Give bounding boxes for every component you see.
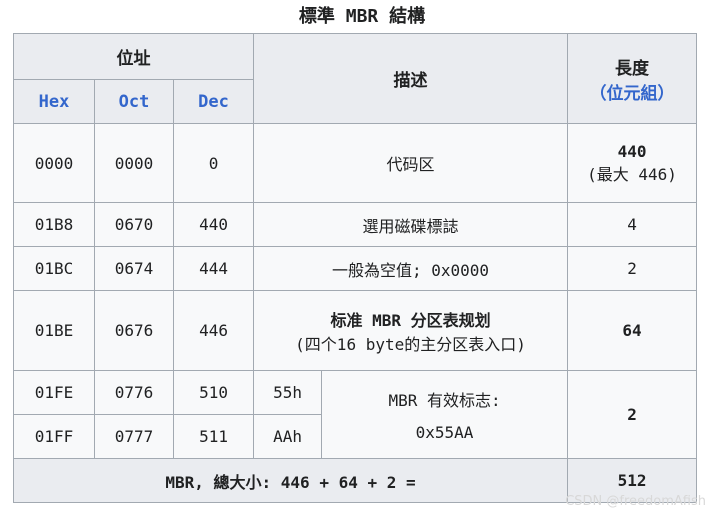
description-cell: 選用磁碟標誌 — [253, 202, 569, 247]
length-header: 長度 （位元組） — [567, 33, 698, 124]
hex-cell: 01FF — [13, 414, 95, 459]
dec-cell: 446 — [172, 290, 255, 371]
oct-header: Oct — [94, 79, 174, 124]
signature-description: MBR 有效标志: 0x55AA — [321, 370, 569, 459]
description-header: 描述 — [253, 33, 569, 124]
description-cell: 一般為空值; 0x0000 — [253, 246, 569, 291]
watermark: CSDN @freedomAfish — [565, 494, 706, 509]
length-cell: 440 (最大 446) — [567, 123, 698, 203]
oct-cell: 0776 — [94, 370, 174, 415]
dec-cell: 444 — [172, 246, 255, 291]
length-cell: 64 — [567, 290, 698, 371]
dec-cell: 510 — [172, 370, 255, 415]
length-cell: 2 — [567, 246, 698, 291]
oct-cell: 0000 — [94, 123, 174, 203]
dec-cell: 440 — [172, 202, 255, 247]
hex-cell: 01FE — [13, 370, 95, 415]
oct-cell: 0670 — [94, 202, 174, 247]
dec-cell: 511 — [172, 414, 255, 459]
total-label: MBR, 總大小: 446 + 64 + 2 = — [12, 458, 569, 503]
table-caption: 標準 MBR 結構 — [298, 6, 426, 27]
signature-label: MBR 有效标志: — [388, 391, 501, 410]
description-title: 标准 MBR 分区表规划 — [330, 310, 491, 330]
oct-cell: 0674 — [94, 246, 174, 291]
table-row: 01BE 0676 446 标准 MBR 分区表规划 (四个16 byte的主分… — [13, 290, 698, 371]
description-note: (四个16 byte的主分区表入口) — [295, 334, 526, 354]
hex-cell: 01BE — [13, 290, 95, 371]
oct-cell: 0676 — [94, 290, 174, 371]
length-cell: 4 — [567, 202, 698, 247]
oct-cell: 0777 — [94, 414, 174, 459]
mbr-structure-table: 位址 描述 長度 （位元組） Hex Oct Dec 0000 0000 0 代… — [12, 33, 698, 503]
value-cell: 55h — [253, 370, 323, 415]
description-cell: 标准 MBR 分区表规划 (四个16 byte的主分区表入口) — [253, 290, 569, 371]
description-cell: 代码区 — [253, 123, 569, 203]
length-value: 440 — [617, 141, 647, 161]
signature-length: 2 — [567, 370, 698, 459]
hex-cell: 0000 — [13, 123, 95, 203]
length-note: (最大 446) — [587, 164, 677, 184]
address-header: 位址 — [12, 33, 255, 80]
header-row-top: 位址 描述 長度 （位元組） — [12, 33, 698, 124]
table-row: 01BC 0674 444 一般為空值; 0x0000 2 — [13, 246, 698, 291]
dec-cell: 0 — [172, 123, 255, 203]
hex-cell: 01BC — [13, 246, 95, 291]
table-row: 0000 0000 0 代码区 440 (最大 446) — [13, 123, 698, 203]
signature-value: 0x55AA — [415, 423, 474, 442]
value-cell: AAh — [253, 414, 323, 459]
hex-header: Hex — [13, 79, 95, 124]
hex-cell: 01B8 — [13, 202, 95, 247]
length-header-line2: （位元組） — [589, 83, 675, 104]
dec-header: Dec — [172, 79, 255, 124]
table-row: 01FE 0776 510 55h MBR 有效标志: 0x55AA 2 — [13, 370, 698, 459]
table-row: 01B8 0670 440 選用磁碟標誌 4 — [13, 202, 698, 247]
length-header-line1: 長度 — [615, 58, 650, 79]
